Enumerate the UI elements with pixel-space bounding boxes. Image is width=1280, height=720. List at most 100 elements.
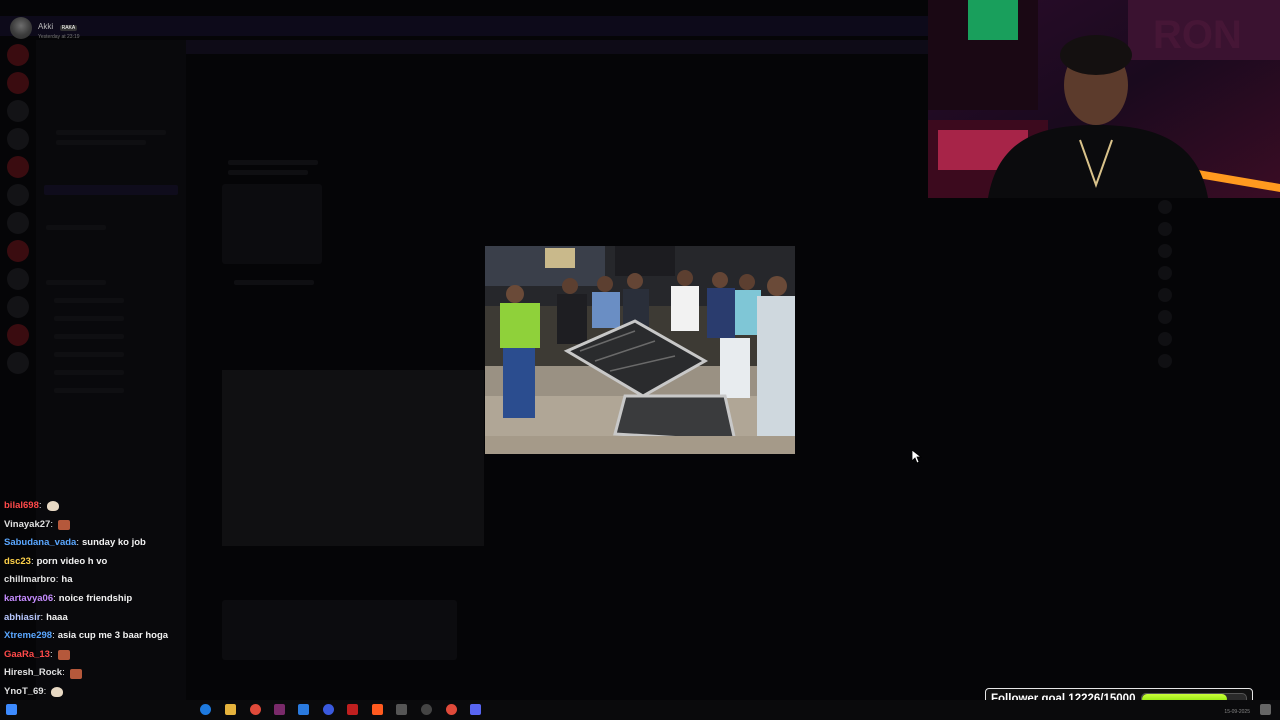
member-avatar[interactable] — [1158, 222, 1172, 236]
app-icon[interactable] — [347, 704, 358, 715]
chat-text: porn video h vo — [36, 555, 108, 567]
chat-message: GaaRa_13: — [4, 646, 244, 665]
message-line — [234, 280, 314, 285]
channel-line — [56, 130, 166, 135]
member-avatar[interactable] — [1158, 200, 1172, 214]
channel-button[interactable] — [44, 185, 178, 195]
avatar[interactable] — [10, 17, 32, 39]
server-icon[interactable] — [7, 212, 29, 234]
server-icon[interactable] — [7, 100, 29, 122]
chat-text: asia cup me 3 baar hoga — [57, 630, 169, 642]
channel-line — [54, 352, 124, 357]
cat-emote-icon — [51, 687, 64, 698]
channel-line — [54, 334, 124, 339]
server-icon[interactable] — [7, 184, 29, 206]
chat-username[interactable]: bilal698 — [4, 497, 39, 516]
server-icon[interactable] — [7, 240, 29, 262]
server-icon[interactable] — [7, 352, 29, 374]
channel-line — [46, 225, 106, 230]
server-icon[interactable] — [7, 128, 29, 150]
edge-browser-icon[interactable] — [200, 704, 211, 715]
chat-separator: : — [40, 611, 44, 623]
chat-username[interactable]: Sabudana_vada — [4, 534, 76, 553]
webcam-feed: RON — [928, 0, 1280, 198]
chat-username[interactable]: Vinayak27 — [4, 516, 50, 535]
chat-separator: : — [55, 574, 59, 586]
chat-message: abhiasir: haaa — [4, 609, 244, 628]
chat-message: kartavya06: noice friendship — [4, 590, 244, 609]
member-avatar[interactable] — [1158, 332, 1172, 346]
chat-username[interactable]: dsc23 — [4, 553, 31, 572]
keyboard-icon[interactable] — [396, 704, 407, 715]
channel-line — [56, 140, 146, 145]
monkey-emote-icon — [57, 519, 70, 530]
message-embed — [222, 600, 457, 660]
discord-icon[interactable] — [470, 704, 481, 715]
chat-separator: : — [43, 685, 47, 697]
server-icon[interactable] — [7, 296, 29, 318]
taskbar-date: 15-09-2025 — [1224, 709, 1250, 715]
streamer-webcam: RON — [928, 0, 1280, 198]
notification-icon[interactable] — [1260, 704, 1271, 715]
app-icon[interactable] — [421, 704, 432, 715]
app-icon[interactable] — [274, 704, 285, 715]
author-info: Akki RAKA Yesterday at 23:19 — [38, 16, 80, 40]
chat-separator: : — [62, 667, 65, 679]
author-name[interactable]: Akki — [38, 22, 53, 31]
member-avatar[interactable] — [1158, 244, 1172, 258]
discord-top-banner — [0, 16, 930, 36]
chat-username[interactable]: YnoT_69 — [4, 683, 44, 702]
channel-line — [46, 280, 106, 285]
channel-line — [54, 388, 124, 393]
file-explorer-icon[interactable] — [225, 704, 236, 715]
chat-message: dsc23: porn video h vo — [4, 553, 244, 572]
enlarged-photo[interactable] — [485, 246, 795, 454]
chat-separator: : — [49, 648, 53, 660]
app-icon[interactable] — [323, 704, 334, 715]
mouse-cursor-icon — [912, 450, 922, 464]
chat-username[interactable]: abhiasir — [4, 609, 40, 628]
member-avatar[interactable] — [1158, 266, 1172, 280]
message-embed — [222, 184, 322, 264]
chat-username[interactable]: chillmarbro — [4, 571, 56, 590]
member-list — [1150, 200, 1180, 680]
brave-browser-icon[interactable] — [372, 704, 383, 715]
chat-text: sunday ko job — [81, 537, 146, 549]
chat-message: chillmarbro: ha — [4, 571, 244, 590]
server-icon[interactable] — [7, 72, 29, 94]
cat-emote-icon — [46, 501, 59, 512]
message-line — [228, 160, 318, 165]
stream-chat-overlay: bilal698: Vinayak27: Sabudana_vada: sunday … — [4, 497, 244, 720]
chat-username[interactable]: kartavya06 — [4, 590, 53, 609]
server-icon[interactable] — [7, 44, 29, 66]
server-icon[interactable] — [7, 156, 29, 178]
chrome-icon[interactable] — [250, 704, 261, 715]
chat-separator: : — [30, 555, 34, 567]
chrome-icon[interactable] — [446, 704, 457, 715]
chat-separator: : — [53, 592, 56, 604]
member-avatar[interactable] — [1158, 288, 1172, 302]
windows-taskbar — [0, 700, 1280, 720]
member-avatar[interactable] — [1158, 354, 1172, 368]
chat-username[interactable]: GaaRa_13 — [4, 646, 50, 665]
channel-header — [186, 40, 931, 54]
monkey-emote-icon — [57, 650, 70, 661]
server-icon[interactable] — [7, 268, 29, 290]
chat-message: bilal698: — [4, 497, 244, 516]
svg-text:RON: RON — [1153, 13, 1242, 57]
chat-text: noice friendship — [58, 592, 133, 604]
app-icon[interactable] — [298, 704, 309, 715]
chat-message: YnoT_69: — [4, 683, 244, 702]
server-icon[interactable] — [7, 324, 29, 346]
member-avatar[interactable] — [1158, 310, 1172, 324]
chat-username[interactable]: Xtreme298 — [4, 627, 52, 646]
message-image[interactable] — [222, 370, 484, 546]
chat-username[interactable]: Hiresh_Rock — [4, 664, 62, 683]
message-timestamp: Yesterday at 23:19 — [38, 34, 80, 40]
channel-line — [54, 298, 124, 303]
chat-separator: : — [52, 630, 55, 642]
start-icon[interactable] — [6, 704, 17, 715]
chat-message: Hiresh_Rock: — [4, 664, 244, 683]
author-tag-badge: RAKA — [59, 25, 78, 31]
channel-line — [54, 370, 124, 375]
